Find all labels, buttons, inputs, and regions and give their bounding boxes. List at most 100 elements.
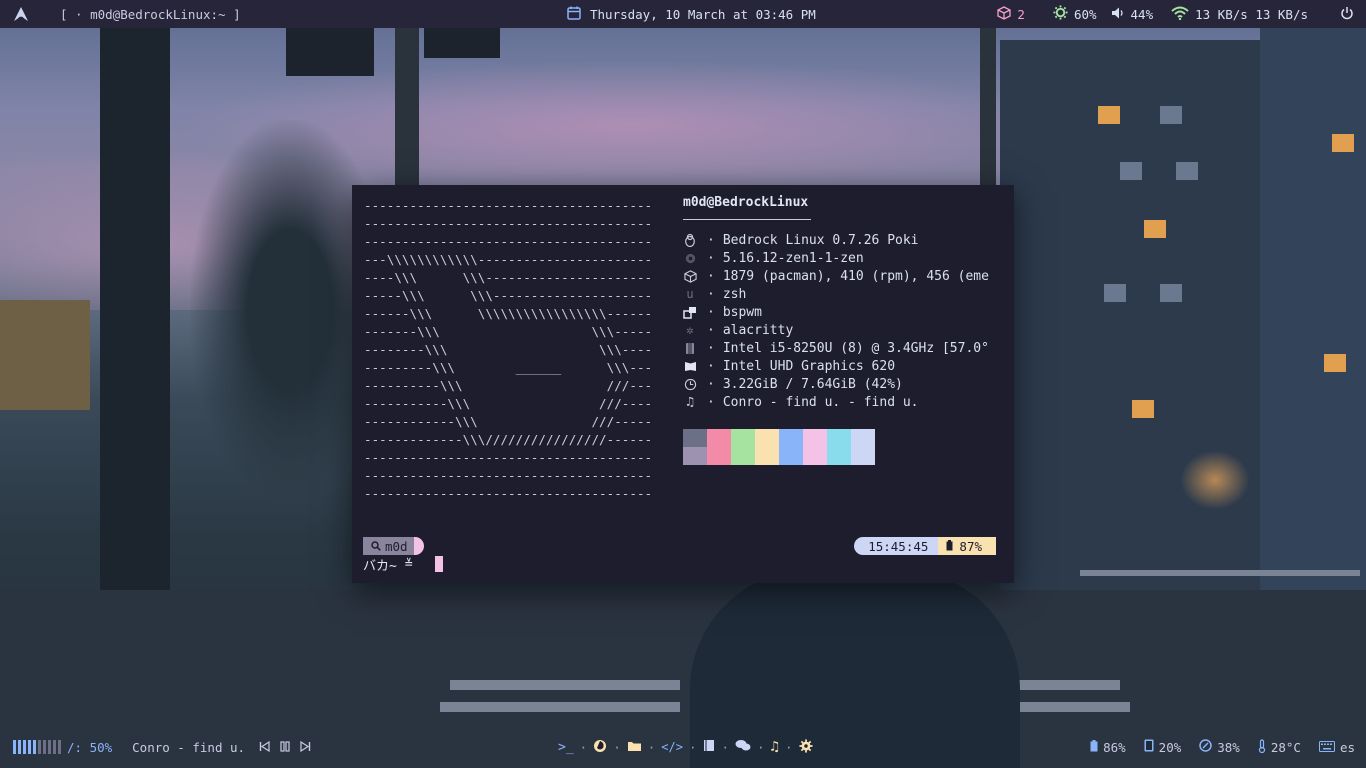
temperature-widget[interactable]: 28°C (1258, 738, 1301, 756)
settings-icon[interactable] (798, 738, 813, 756)
volume-label-text: /: 50% (67, 739, 113, 755)
package-icon (997, 5, 1012, 23)
calendar-icon (566, 5, 582, 24)
network-widget[interactable]: 13 KB/s 13 KB/s (1171, 6, 1308, 23)
launcher-separator: · (784, 739, 793, 755)
info-separator: · (707, 250, 715, 266)
battery-widget[interactable]: 86% (1090, 739, 1126, 755)
volume-label: /: 50% (67, 740, 112, 755)
wallpaper-crosswalk (1010, 680, 1120, 690)
firefox-icon[interactable] (593, 739, 607, 756)
battery-icon (946, 539, 953, 554)
volume-bar (38, 740, 41, 754)
text-cursor[interactable] (434, 556, 443, 572)
prompt-text: バカ~ (363, 558, 397, 574)
gpu-icon (683, 359, 697, 373)
folder-icon[interactable] (627, 740, 642, 755)
terminal-window[interactable]: -------------------------------------- -… (352, 185, 1014, 583)
wallpaper-crosswalk (1080, 570, 1360, 576)
keyboard-widget[interactable]: es (1318, 739, 1355, 755)
system-info-list: · Bedrock Linux 0.7.26 Poki · 5.16.12-ze… (683, 231, 1001, 411)
search-icon (371, 539, 381, 554)
wallpaper-window (1104, 284, 1126, 302)
color-swatch (779, 429, 803, 447)
info-row-packages: · 1879 (pacman), 410 (rpm), 456 (eme (683, 267, 1001, 285)
wallpaper-window (1160, 284, 1182, 302)
updates-widget[interactable]: 2 (997, 5, 1025, 23)
brightness-widget[interactable]: 60% (1053, 5, 1097, 23)
color-swatch (851, 429, 875, 447)
book-icon[interactable] (702, 739, 715, 755)
volume-level-bars[interactable] (13, 740, 61, 754)
volume-bar (18, 740, 21, 754)
launcher-separator: · (613, 739, 621, 755)
volume-bar (53, 740, 56, 754)
wallpaper-window (1098, 106, 1120, 124)
music-icon[interactable]: ♫ (771, 739, 779, 755)
color-swatch (779, 447, 803, 465)
terminal-icon[interactable]: >_ (558, 740, 574, 755)
pause-icon[interactable] (280, 740, 290, 755)
shell-icon: u (686, 287, 694, 301)
cube-icon (683, 269, 697, 283)
code-icon[interactable]: </> (661, 740, 683, 754)
info-row-kernel: · 5.16.12-zen1-1-zen (683, 249, 1001, 267)
info-separator: · (707, 340, 715, 356)
color-swatch (731, 447, 755, 465)
volume-bar (23, 740, 26, 754)
launcher-separator: · (757, 739, 765, 755)
next-icon[interactable] (300, 740, 311, 755)
arch-logo-icon[interactable] (12, 5, 30, 23)
cpu-widget[interactable]: 38% (1199, 739, 1240, 755)
volume-bar (43, 740, 46, 754)
right-prompt-battery-value: 87% (959, 538, 982, 554)
volume-value: 44% (1130, 6, 1154, 22)
volume-bar (13, 740, 16, 754)
disk-widget[interactable]: 20% (1144, 739, 1181, 755)
snowflake-icon: ✲ (686, 323, 694, 337)
cpu-value: 38% (1217, 739, 1240, 755)
now-playing[interactable]: Conro - find u. (132, 740, 245, 755)
previous-icon[interactable] (259, 740, 270, 755)
launcher-separator: · (688, 739, 697, 755)
clock-widget[interactable]: Thursday, 10 March at 03:46 PM (566, 0, 816, 28)
wallpaper-crosswalk (450, 680, 680, 690)
chat-icon[interactable] (735, 739, 751, 755)
prompt-line[interactable]: バカ~ ≚ (363, 555, 443, 574)
keyboard-layout: es (1339, 739, 1355, 755)
network-speed: 13 KB/s 13 KB/s (1195, 6, 1308, 22)
launcher-separator: · (721, 739, 729, 755)
right-prompt-time: 15:45:45 (864, 537, 939, 555)
power-button[interactable] (1340, 6, 1354, 23)
bottom-panel: /: 50% Conro - find u. >_ · · · </> · · … (0, 733, 1366, 761)
launcher-separator: · (647, 739, 656, 755)
clock-icon (683, 377, 697, 391)
window-title: [ · m0d@BedrockLinux:~ ] (60, 6, 241, 22)
datetime-text: Thursday, 10 March at 03:46 PM (590, 6, 816, 22)
cpu-icon (683, 341, 697, 355)
color-swatch (755, 447, 779, 465)
gauge-icon (1199, 739, 1212, 755)
info-cpu: Intel i5-8250U (8) @ 3.4GHz [57.0° (722, 340, 989, 356)
color-swatch (683, 447, 707, 465)
color-swatch (707, 447, 731, 465)
info-row-shell: u · zsh (683, 285, 1001, 303)
wallpaper-building-right (1260, 20, 1366, 600)
keyboard-icon (1318, 740, 1335, 755)
brightness-icon (1053, 5, 1068, 23)
updates-count: 2 (1017, 6, 1025, 22)
volume-bar (33, 740, 36, 754)
brightness-value: 60% (1073, 6, 1097, 22)
music-note-icon: ♫ (686, 394, 694, 410)
battery-value: 86% (1103, 739, 1126, 755)
color-swatch (827, 447, 851, 465)
prompt-symbol: ≚ (404, 556, 413, 572)
volume-widget[interactable]: 44% (1111, 6, 1154, 23)
media-controls (259, 740, 311, 755)
color-palette (683, 429, 875, 465)
volume-bar (48, 740, 51, 754)
wallpaper-window (1176, 162, 1198, 180)
info-row-memory: · 3.22GiB / 7.64GiB (42%) (683, 375, 1001, 393)
info-wm: bspwm (722, 304, 762, 320)
info-separator: · (707, 394, 715, 410)
